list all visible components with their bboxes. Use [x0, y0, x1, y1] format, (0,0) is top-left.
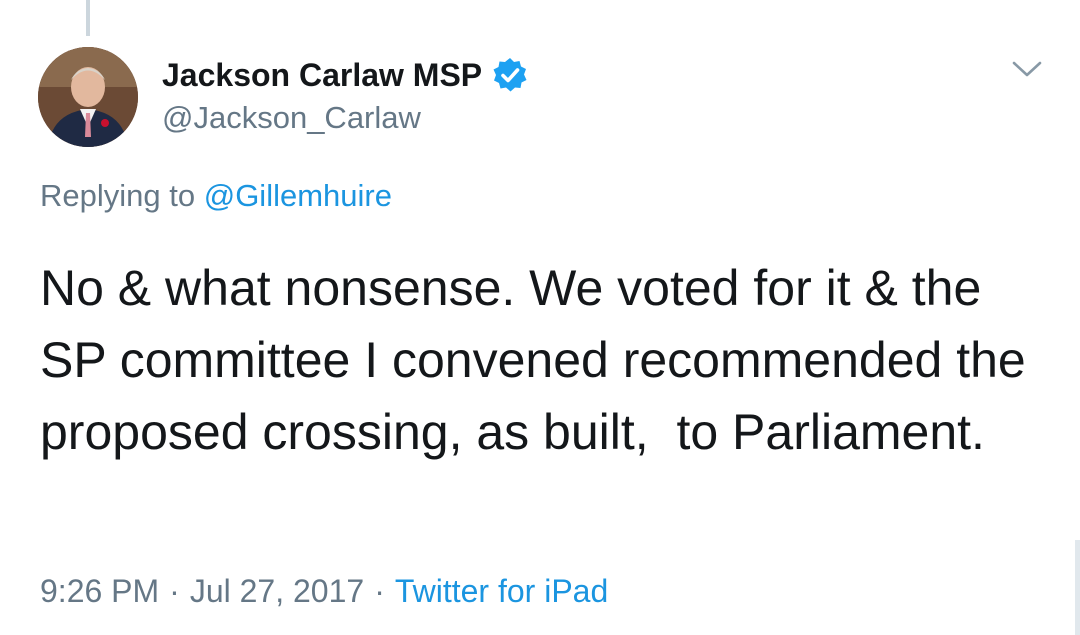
- tweet-date[interactable]: Jul 27, 2017: [190, 573, 364, 609]
- meta-separator: ·: [374, 573, 385, 609]
- replying-to: Replying to @Gillemhuire: [40, 178, 392, 214]
- author-name[interactable]: Jackson Carlaw MSP: [162, 57, 482, 94]
- verified-badge-icon: [492, 57, 528, 93]
- author-name-row: Jackson Carlaw MSP: [162, 55, 528, 95]
- tweet-time[interactable]: 9:26 PM: [40, 573, 159, 609]
- avatar[interactable]: [38, 47, 138, 147]
- tweet-source-link[interactable]: Twitter for iPad: [395, 573, 608, 609]
- replying-to-label: Replying to: [40, 178, 196, 213]
- author-handle[interactable]: @Jackson_Carlaw: [162, 100, 421, 136]
- reply-mention-link[interactable]: @Gillemhuire: [204, 178, 392, 213]
- tweet-meta: 9:26 PM · Jul 27, 2017 · Twitter for iPad: [40, 573, 608, 610]
- chevron-down-icon[interactable]: [1008, 56, 1046, 80]
- meta-separator: ·: [169, 573, 180, 609]
- tweet-text: No & what nonsense. We voted for it & th…: [40, 260, 1040, 460]
- thread-connector-line: [86, 0, 90, 36]
- scrollbar[interactable]: [1075, 540, 1080, 635]
- avatar-photo: [38, 47, 138, 147]
